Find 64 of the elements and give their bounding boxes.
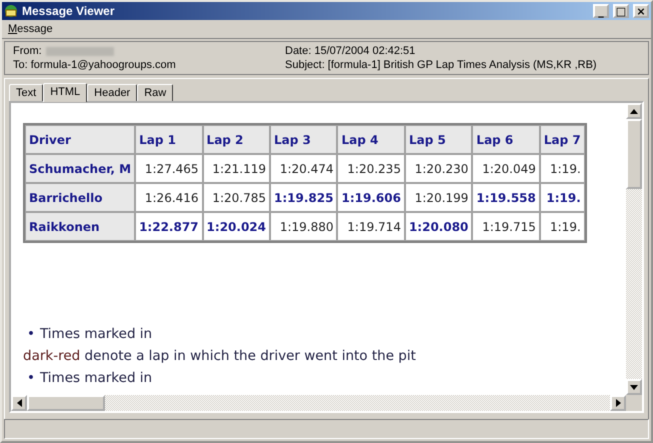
- scroll-down-button[interactable]: [626, 379, 642, 395]
- envelope-globe-icon: [4, 4, 18, 18]
- column-header: Lap 7: [540, 125, 585, 154]
- lap-time-cell: 1:20.049: [472, 154, 540, 183]
- column-header: Lap 5: [404, 125, 472, 154]
- lap-time-cell: 1:20.474: [270, 154, 338, 183]
- driver-cell: Barrichello: [25, 183, 136, 212]
- lap-time-cell: 1:22.877: [135, 212, 203, 241]
- lap-time-cell: 1:19.558: [472, 183, 540, 212]
- note-text: Times marked in: [40, 325, 152, 344]
- tab[interactable]: Text: [9, 84, 44, 101]
- triangle-down-icon: [630, 384, 638, 390]
- lap-time-cell: 1:19.: [540, 154, 585, 183]
- triangle-right-icon: [616, 399, 620, 407]
- bullet: •: [27, 369, 35, 388]
- triangle-left-icon: [16, 399, 22, 407]
- note-text: dark-red denote a lap in which the driver went into the pit: [23, 347, 416, 366]
- scroll-up-button[interactable]: [626, 103, 642, 119]
- menu-item[interactable]: Message: [8, 23, 53, 35]
- from-label: From:: [13, 45, 42, 57]
- lap-time-cell: 1:26.416: [135, 183, 203, 212]
- lap-time-cell: 1:19.714: [337, 212, 405, 241]
- lap-time-cell: 1:27.465: [135, 154, 203, 183]
- scroll-thumb[interactable]: [27, 395, 105, 411]
- column-header: Lap 3: [270, 125, 338, 154]
- tab[interactable]: Raw: [137, 84, 174, 101]
- window-control-button[interactable]: ×: [633, 4, 649, 18]
- vertical-scrollbar[interactable]: [626, 103, 642, 395]
- subject-text: Subject: [formula-1] British GP Lap Times Analysis (MS,KR ,RB): [285, 59, 598, 71]
- lap-time-cell: 1:20.199: [404, 183, 472, 212]
- lap-time-cell: 1:20.080: [404, 212, 472, 241]
- column-header: Driver: [25, 125, 136, 154]
- lap-time-cell: 1:20.024: [202, 212, 270, 241]
- driver-cell: Schumacher, M: [25, 154, 136, 183]
- lap-time-cell: 1:19.880: [270, 212, 338, 241]
- note-text: Times marked in: [40, 369, 152, 388]
- blurred-address: [46, 46, 114, 56]
- lap-time-cell: 1:20.785: [202, 183, 270, 212]
- lap-time-cell: 1:19.606: [337, 183, 405, 212]
- lap-time-cell: 1:19.825: [270, 183, 338, 212]
- scroll-left-button[interactable]: [11, 395, 27, 411]
- column-header: Lap 1: [135, 125, 203, 154]
- lap-time-cell: 1:20.230: [404, 154, 472, 183]
- column-header: Lap 6: [472, 125, 540, 154]
- triangle-up-icon: [630, 108, 638, 114]
- lap-time-cell: 1:19.715: [472, 212, 540, 241]
- column-header: Lap 4: [337, 125, 405, 154]
- window-control-button[interactable]: _: [593, 4, 609, 18]
- scroll-right-button[interactable]: [610, 395, 626, 411]
- window-control-button[interactable]: □: [613, 4, 629, 18]
- tab[interactable]: Header: [87, 84, 138, 101]
- driver-cell: Raikkonen: [25, 212, 136, 241]
- tab[interactable]: HTML: [43, 83, 88, 102]
- column-header: Lap 2: [202, 125, 270, 154]
- to-text: To: formula-1@yahoogroups.com: [13, 59, 177, 71]
- bullet: •: [27, 325, 35, 344]
- horizontal-scrollbar[interactable]: [11, 395, 626, 411]
- lap-time-cell: 1:19.: [540, 212, 585, 241]
- lap-time-cell: 1:20.235: [337, 154, 405, 183]
- window-title: Message Viewer: [22, 4, 116, 18]
- lap-time-cell: 1:19.: [540, 183, 585, 212]
- date-text: Date: 15/07/2004 02:42:51: [285, 45, 416, 57]
- lap-time-cell: 1:21.119: [202, 154, 270, 183]
- scroll-thumb[interactable]: [626, 119, 642, 189]
